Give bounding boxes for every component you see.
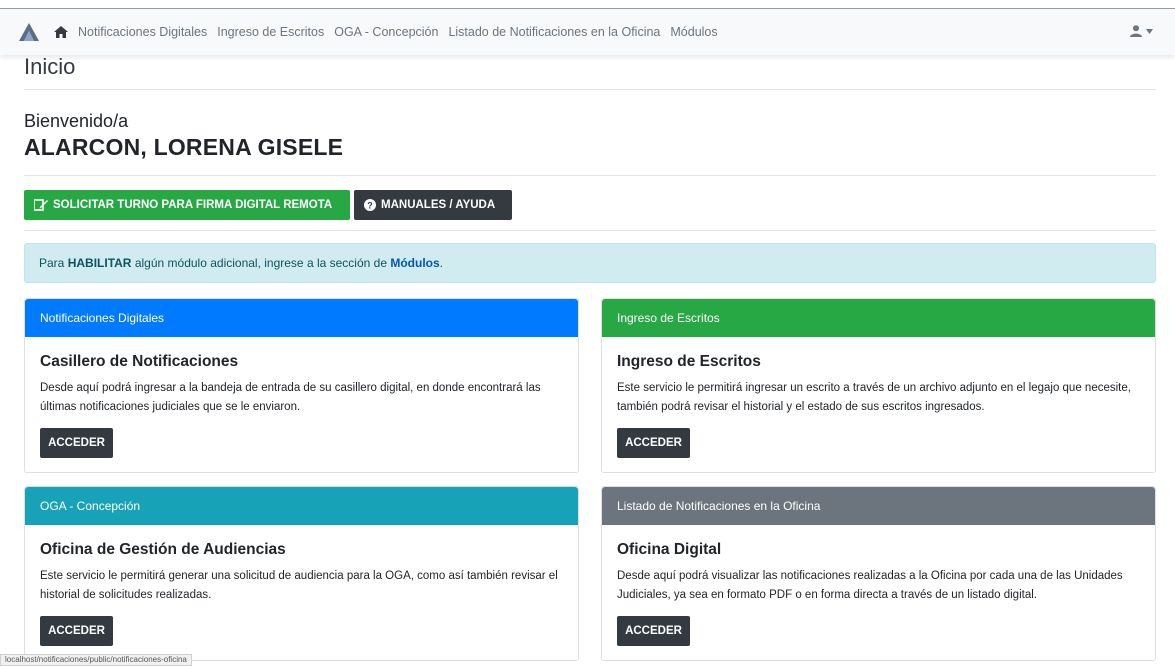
solicitar-turno-label: SOLICITAR TURNO PARA FIRMA DIGITAL REMOT… bbox=[53, 199, 333, 211]
card-text: Desde aquí podrá ingresar a la bandeja d… bbox=[40, 382, 541, 413]
user-menu[interactable] bbox=[1130, 25, 1153, 37]
card-title: Oficina Digital bbox=[617, 541, 722, 558]
nav-link-oga[interactable]: OGA - Concepción bbox=[334, 25, 438, 39]
card-notificaciones: Notificaciones Digitales Casillero de No… bbox=[24, 298, 579, 473]
modules-info-alert: Para HABILITAR algún módulo adicional, i… bbox=[24, 243, 1156, 283]
question-circle-icon: ? bbox=[364, 199, 376, 211]
alert-middle: algún módulo adicional, ingrese a la sec… bbox=[134, 256, 387, 270]
card-header: Ingreso de Escritos bbox=[602, 299, 1155, 337]
alert-prefix: Para bbox=[39, 256, 65, 270]
card-text: Desde aquí podrá visualizar las notifica… bbox=[617, 570, 1123, 601]
card-oficina-digital: Listado de Notificaciones en la Oficina … bbox=[601, 486, 1156, 661]
card-header: Notificaciones Digitales bbox=[25, 299, 578, 337]
alert-suffix: . bbox=[439, 256, 444, 270]
card-escritos: Ingreso de Escritos Ingreso de Escritos … bbox=[601, 298, 1156, 473]
card-oga: OGA - Concepción Oficina de Gestión de A… bbox=[24, 486, 579, 661]
acceder-button[interactable]: ACCEDER bbox=[40, 428, 113, 458]
card-text: Este servicio le permitirá generar una s… bbox=[40, 570, 558, 601]
modulos-link[interactable]: Módulos bbox=[390, 256, 439, 270]
solicitar-turno-button[interactable]: SOLICITAR TURNO PARA FIRMA DIGITAL REMOT… bbox=[24, 190, 350, 220]
edit-icon bbox=[34, 199, 48, 211]
card-header: Listado de Notificaciones en la Oficina bbox=[602, 487, 1155, 525]
page-title: Inicio bbox=[24, 54, 76, 79]
status-bar-url: localhost/notificaciones/public/notifica… bbox=[0, 654, 192, 666]
acceder-button[interactable]: ACCEDER bbox=[617, 616, 690, 646]
user-icon bbox=[1130, 25, 1142, 37]
manuales-label: MANUALES / AYUDA bbox=[381, 199, 496, 211]
nav-link-escritos[interactable]: Ingreso de Escritos bbox=[217, 25, 324, 39]
divider bbox=[24, 175, 1156, 176]
card-title: Casillero de Notificaciones bbox=[40, 353, 239, 370]
alert-highlight: HABILITAR bbox=[67, 256, 132, 270]
card-title: Oficina de Gestión de Audiencias bbox=[40, 541, 286, 558]
action-buttons: SOLICITAR TURNO PARA FIRMA DIGITAL REMOT… bbox=[24, 190, 1156, 220]
user-name: ALARCON, LORENA GISELE bbox=[24, 134, 344, 160]
nav-link-modulos[interactable]: Módulos bbox=[670, 25, 717, 39]
card-title: Ingreso de Escritos bbox=[617, 353, 761, 370]
home-icon[interactable] bbox=[54, 26, 68, 38]
welcome-text: Bienvenido/a bbox=[24, 111, 129, 131]
nav-link-notificaciones[interactable]: Notificaciones Digitales bbox=[78, 25, 207, 39]
caret-down-icon bbox=[1146, 28, 1153, 34]
divider bbox=[24, 230, 1156, 231]
main-content: Inicio Bienvenido/a ALARCON, LORENA GISE… bbox=[24, 55, 1156, 283]
acceder-button[interactable]: ACCEDER bbox=[617, 428, 690, 458]
svg-text:?: ? bbox=[367, 201, 373, 211]
logo-icon bbox=[19, 23, 39, 41]
card-text: Este servicio le permitirá ingresar un e… bbox=[617, 382, 1131, 413]
manuales-button[interactable]: ? MANUALES / AYUDA bbox=[354, 190, 512, 220]
nav-link-listado-oficina[interactable]: Listado de Notificaciones en la Oficina bbox=[448, 25, 660, 39]
top-navbar: Notificaciones Digitales Ingreso de Escr… bbox=[0, 9, 1175, 55]
brand-logo[interactable] bbox=[18, 20, 42, 44]
divider bbox=[24, 89, 1156, 90]
acceder-button[interactable]: ACCEDER bbox=[40, 616, 113, 646]
card-header: OGA - Concepción bbox=[25, 487, 578, 525]
